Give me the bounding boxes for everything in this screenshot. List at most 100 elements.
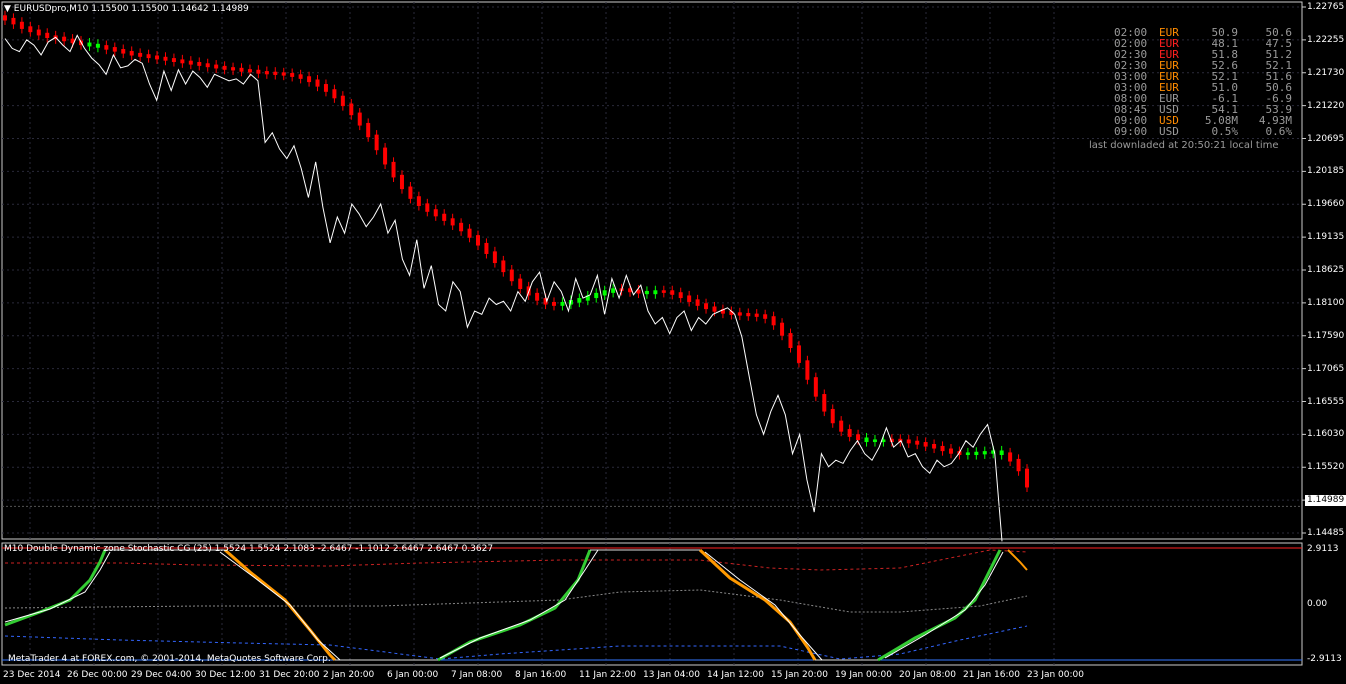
time-axis-label: 26 Dec 00:00	[67, 670, 128, 680]
indicator-header: M10 Double Dynamic zone Stochastic CG (2…	[4, 544, 494, 554]
candle-body	[239, 67, 244, 72]
price-axis-label: 1.22765	[1307, 2, 1345, 12]
signal-line	[884, 551, 1004, 659]
time-axis-label: 21 Jan 16:00	[963, 670, 1020, 680]
time-axis-label: 8 Jan 16:00	[515, 670, 567, 680]
news-actual: 0.5%	[1211, 125, 1239, 138]
candle-body	[1016, 458, 1021, 472]
candle-body	[644, 290, 649, 295]
candle-body	[780, 322, 785, 336]
candle-body	[171, 58, 176, 62]
close-price-line	[4, 34, 1003, 542]
candle-body	[822, 394, 827, 412]
candle-body	[366, 122, 371, 138]
candle-body	[459, 222, 464, 232]
current-price-label: 1.14989	[1305, 495, 1346, 507]
candle-body	[129, 50, 134, 56]
candle-body	[349, 103, 354, 116]
candle-body	[408, 186, 413, 199]
candle-body	[1008, 452, 1013, 462]
candle-body	[163, 56, 168, 61]
candle-body	[323, 84, 328, 92]
candle-body	[197, 61, 202, 66]
candle-body	[611, 288, 616, 293]
candle-body	[36, 29, 41, 36]
price-axis-label: 1.18625	[1307, 265, 1345, 275]
candle-body	[763, 314, 768, 319]
candle-body	[383, 147, 388, 165]
price-axis-label: 1.22255	[1307, 34, 1345, 45]
candle-body	[112, 47, 117, 52]
indicator-axis-label: 0.00	[1307, 599, 1328, 609]
candle-body	[307, 76, 312, 83]
time-axis-label: 20 Jan 08:00	[899, 670, 956, 680]
price-axis-label: 1.21730	[1307, 67, 1345, 78]
candle-body	[231, 67, 236, 71]
candle-body	[805, 360, 810, 380]
time-axis-label: 2 Jan 20:00	[323, 670, 375, 680]
candle-body	[771, 316, 776, 326]
candle-body	[450, 218, 455, 226]
time-axis-label: 29 Dec 04:00	[131, 670, 192, 680]
price-axis-label: 1.16030	[1307, 429, 1345, 440]
candle-body	[273, 71, 278, 75]
candle-body	[492, 251, 497, 264]
candle-body	[442, 213, 447, 221]
candle-body	[552, 301, 557, 306]
candle-body	[298, 74, 303, 79]
candle-body	[965, 452, 970, 456]
news-currency: USD	[1159, 125, 1179, 138]
candle-body	[999, 450, 1004, 456]
stochastic-up-segment	[4, 549, 107, 627]
candle-body	[509, 269, 514, 282]
candle-body	[146, 54, 151, 59]
candle-body	[923, 442, 928, 447]
time-axis-label: 6 Jan 00:00	[387, 670, 439, 680]
candle-body	[315, 79, 320, 87]
candle-body	[594, 292, 599, 299]
candle-body	[746, 312, 751, 317]
candle-body	[45, 32, 50, 38]
candle-body	[95, 43, 100, 48]
candle-body	[501, 260, 506, 273]
candle-body	[813, 377, 818, 397]
candle-body	[1025, 468, 1029, 488]
price-axis-label: 1.20185	[1307, 166, 1345, 177]
candle-body	[906, 439, 911, 444]
candle-body	[340, 95, 345, 107]
time-axis-label: 13 Jan 04:00	[643, 670, 700, 680]
candle-body	[712, 306, 717, 312]
candle-body	[121, 49, 126, 54]
price-axis-label: 1.18100	[1307, 297, 1345, 308]
candle-body	[872, 439, 877, 443]
candle-body	[214, 64, 219, 69]
candle-body	[704, 303, 709, 310]
time-axis-label: 23 Dec 2014	[3, 670, 61, 680]
candle-body	[796, 345, 801, 363]
candle-body	[391, 161, 396, 178]
chart-menu-arrow-icon[interactable]: ▼	[4, 4, 11, 14]
candle-body	[180, 59, 185, 64]
candle-body	[467, 228, 472, 238]
news-forecast: 0.6%	[1265, 125, 1293, 138]
price-axis-label: 1.20695	[1307, 133, 1345, 144]
price-axis-label: 1.19660	[1307, 199, 1345, 210]
candle-body	[602, 290, 607, 296]
time-axis-label: 7 Jan 08:00	[451, 670, 503, 680]
chart-header: ▼ EURUSDpro,M10 1.15500 1.15500 1.14642 …	[4, 4, 249, 15]
candle-body	[560, 301, 565, 306]
time-axis-label: 30 Dec 12:00	[195, 670, 256, 680]
candle-body	[932, 443, 937, 449]
stochastic-up-segment	[877, 549, 1002, 662]
candle-body	[847, 429, 852, 437]
candle-body	[433, 209, 438, 217]
candle-body	[62, 36, 67, 42]
mt4-chart-window[interactable]: ▼ EURUSDpro,M10 1.15500 1.15500 1.14642 …	[0, 0, 1346, 684]
candle-body	[357, 112, 362, 126]
indicator-panel-border	[1, 542, 1303, 666]
candle-body	[281, 72, 286, 76]
time-axis-label: 11 Jan 22:00	[579, 670, 636, 680]
candle-body	[399, 174, 404, 190]
candle-body	[518, 278, 523, 289]
candle-body	[687, 295, 692, 302]
